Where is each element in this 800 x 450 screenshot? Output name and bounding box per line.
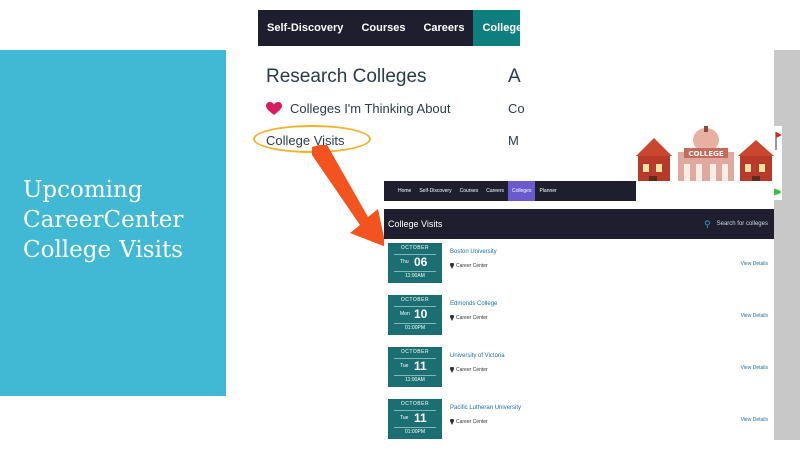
nav-courses[interactable]: Courses xyxy=(352,10,414,46)
top-nav-bar: Self-Discovery Courses Careers Colleges xyxy=(258,10,520,46)
visit-location: Career Center xyxy=(450,419,488,425)
visits-header: College Visits ⚲ Search for colleges xyxy=(384,209,774,239)
title-word: Visits xyxy=(119,237,183,263)
nav-self-discovery[interactable]: Self-Discovery xyxy=(258,10,352,46)
visit-college-link[interactable]: Edmonds College xyxy=(450,301,497,307)
visit-time: 11:00AM xyxy=(405,377,425,383)
visit-time: 01:00PM xyxy=(404,325,425,331)
visit-weekday: Mon xyxy=(400,311,410,317)
list-item: OCTOBER Tue 11 11:00AM University of Vic… xyxy=(384,347,774,387)
visit-location-label: Career Center xyxy=(456,367,488,373)
date-tile: OCTOBER Mon 10 01:00PM xyxy=(388,295,442,335)
title-word: Center xyxy=(103,207,184,233)
location-pin-icon xyxy=(450,419,454,425)
visit-month: OCTOBER xyxy=(400,245,430,251)
list-item: OCTOBER Mon 10 01:00PM Edmonds College C… xyxy=(384,295,774,335)
visit-location: Career Center xyxy=(450,263,488,269)
visit-college-link[interactable]: University of Victoria xyxy=(450,353,505,359)
visit-weekday: Tue xyxy=(400,415,409,421)
cut-link-2[interactable]: M xyxy=(508,133,519,148)
nav-colleges[interactable]: Colleges xyxy=(473,10,520,46)
visit-location: Career Center xyxy=(450,367,488,373)
bottom-screenshot: Home Self-Discovery Courses Careers Coll… xyxy=(384,181,774,440)
title-word: Upcoming xyxy=(23,177,143,203)
nav-colleges[interactable]: Colleges xyxy=(508,181,536,201)
decorative-strip xyxy=(774,50,800,440)
visit-location: Career Center xyxy=(450,315,488,321)
divider xyxy=(394,375,436,376)
cut-link-1[interactable]: Co xyxy=(508,101,525,116)
visit-weekday: Thu xyxy=(400,259,409,265)
view-details-link[interactable]: View Details xyxy=(741,261,768,267)
date-tile: OCTOBER Tue 11 01:00PM xyxy=(388,399,442,439)
visit-weekday: Tue xyxy=(400,363,409,369)
visit-time: 01:00PM xyxy=(404,429,425,435)
thinking-about-link[interactable]: Colleges I'm Thinking About xyxy=(266,101,451,116)
visit-location-label: Career Center xyxy=(456,419,488,425)
visit-college-link[interactable]: Boston University xyxy=(450,249,497,255)
search-label: Search for colleges xyxy=(716,221,768,227)
divider xyxy=(394,271,436,272)
visit-college-link[interactable]: Pacific Lutheran University xyxy=(450,405,521,411)
date-tile: OCTOBER Thu 06 11:00AM xyxy=(388,243,442,283)
cut-heading: A xyxy=(508,66,521,87)
date-tile: OCTOBER Tue 11 11:00AM xyxy=(388,347,442,387)
visits-header-title: College Visits xyxy=(388,219,443,229)
title-line-2: Career Center xyxy=(23,205,183,235)
location-pin-icon xyxy=(450,263,454,269)
nav-courses[interactable]: Courses xyxy=(456,181,483,201)
search-icon: ⚲ xyxy=(704,219,711,229)
nav-careers[interactable]: Careers xyxy=(414,10,473,46)
nav-planner[interactable]: Planner xyxy=(535,181,560,201)
divider xyxy=(394,323,436,324)
visit-day: 11 xyxy=(414,359,427,373)
location-pin-icon xyxy=(450,367,454,373)
nav-self-discovery[interactable]: Self-Discovery xyxy=(415,181,455,201)
visit-day: 10 xyxy=(414,307,428,321)
nav-careers[interactable]: Careers xyxy=(482,181,508,201)
research-colleges-heading: Research Colleges xyxy=(266,66,427,87)
title-word: College xyxy=(23,237,112,263)
nav-home[interactable]: Home xyxy=(394,181,415,201)
visit-location-label: Career Center xyxy=(456,263,488,269)
view-details-link[interactable]: View Details xyxy=(741,417,768,423)
visit-day: 06 xyxy=(414,255,428,269)
visit-month: OCTOBER xyxy=(400,297,430,303)
clipart-sign: COLLEGE xyxy=(688,150,724,158)
heart-icon xyxy=(266,101,282,115)
slide-title: Upcoming Career Center College Visits xyxy=(23,175,183,265)
bottom-nav-bar: Home Self-Discovery Courses Careers Coll… xyxy=(384,181,636,201)
divider xyxy=(394,427,436,428)
title-word: Career xyxy=(23,207,104,233)
visit-time: 11:00AM xyxy=(405,273,425,279)
search-colleges-link[interactable]: ⚲ Search for colleges xyxy=(704,209,768,239)
location-pin-icon xyxy=(450,315,454,321)
title-line-1: Upcoming xyxy=(23,175,183,205)
visit-month: OCTOBER xyxy=(400,401,430,407)
title-line-3: College Visits xyxy=(23,235,183,265)
visit-day: 11 xyxy=(414,411,427,425)
arrow-icon xyxy=(312,145,386,247)
view-details-link[interactable]: View Details xyxy=(741,313,768,319)
thinking-about-label: Colleges I'm Thinking About xyxy=(290,101,451,116)
list-item: OCTOBER Thu 06 11:00AM Boston University… xyxy=(384,243,774,283)
view-details-link[interactable]: View Details xyxy=(741,365,768,371)
visit-location-label: Career Center xyxy=(456,315,488,321)
visit-month: OCTOBER xyxy=(400,349,430,355)
list-item: OCTOBER Tue 11 01:00PM Pacific Lutheran … xyxy=(384,399,774,439)
